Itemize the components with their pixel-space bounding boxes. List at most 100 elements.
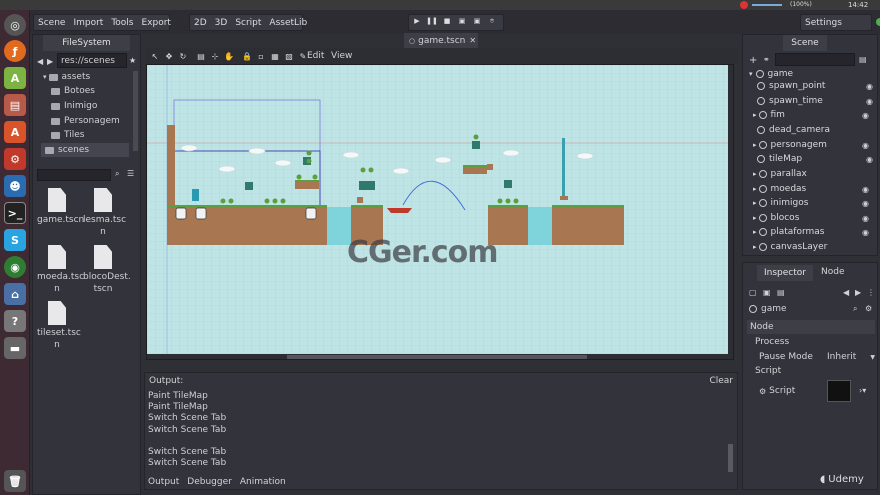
script-thumbnail[interactable]	[827, 380, 851, 402]
node-inimigos[interactable]: ▸ inimigos ◉	[753, 196, 869, 210]
node-fim[interactable]: ▸ fim ◉	[753, 108, 869, 122]
tree-item-personagem[interactable]: Personagem	[51, 114, 120, 128]
back-icon[interactable]: ◀	[37, 57, 43, 66]
tree-scrollbar[interactable]	[133, 71, 138, 151]
node-blocos[interactable]: ▸ blocos ◉	[753, 211, 869, 225]
list-view-icon[interactable]: ☰	[127, 169, 134, 178]
menu-export[interactable]: Export	[138, 18, 175, 28]
search-icon[interactable]: ⌕	[115, 169, 119, 179]
ungroup-icon[interactable]: ▧	[284, 51, 294, 61]
node-personagem[interactable]: ▸ personagem ◉	[753, 138, 869, 152]
script-menu-icon[interactable]: ›▾	[859, 386, 866, 395]
tree-item-inimigo[interactable]: Inimigo	[51, 99, 97, 113]
node-filter-input[interactable]	[775, 53, 855, 66]
android-icon[interactable]: A	[4, 67, 26, 89]
scene-dock-tab[interactable]: Scene	[783, 35, 827, 51]
list-select-icon[interactable]: ▤	[196, 51, 206, 61]
tree-item-botoes[interactable]: Botoes	[51, 84, 95, 98]
debug-options-icon[interactable]: ⌾	[485, 14, 499, 28]
menu-scene[interactable]: Scene	[34, 18, 69, 28]
view-menu[interactable]: View	[331, 51, 352, 61]
node-spawn-time[interactable]: spawn_time ◉	[757, 94, 873, 108]
favorite-icon[interactable]: ★	[129, 56, 136, 65]
chrome-icon[interactable]: ◉	[4, 256, 26, 278]
mode-3d[interactable]: 3D	[211, 18, 232, 28]
path-field[interactable]: res://scenes	[57, 53, 127, 68]
save-resource-icon[interactable]: ▤	[777, 288, 785, 297]
mode-2d[interactable]: 2D	[190, 18, 211, 28]
unlock-icon[interactable]: ▫	[256, 51, 266, 61]
play-custom-icon[interactable]: ▣	[470, 14, 484, 28]
node-moedas[interactable]: ▸ moedas ◉	[753, 182, 869, 196]
play-scene-icon[interactable]: ▣	[455, 14, 469, 28]
firefox-icon[interactable]: ƒ	[4, 40, 26, 62]
stop-icon[interactable]: ■	[440, 14, 454, 28]
menu-tools[interactable]: Tools	[107, 18, 137, 28]
tab-node[interactable]: Node	[821, 267, 845, 277]
node-parallax[interactable]: ▸ parallax	[753, 167, 869, 181]
tab-output[interactable]: Output	[148, 477, 179, 487]
drive-icon[interactable]: ▬	[4, 337, 26, 359]
pan-icon[interactable]: ✋	[224, 51, 234, 61]
object-settings-icon[interactable]: ⚙	[865, 304, 872, 313]
file-tileset[interactable]: tileset.tsc n	[37, 301, 81, 351]
eye-icon[interactable]: ◉	[866, 97, 873, 106]
eye-icon[interactable]: ◉	[866, 155, 873, 164]
link-icon[interactable]: ⚭	[763, 55, 770, 64]
output-scrollbar[interactable]	[728, 444, 733, 472]
software-center-icon[interactable]: A	[4, 121, 26, 143]
node-plataformas[interactable]: ▸ plataformas ◉	[753, 225, 869, 239]
scene-tab[interactable]: ○ game.tscn ✕	[404, 33, 478, 48]
edit-menu[interactable]: Edit	[307, 51, 324, 61]
menu-import[interactable]: Import	[69, 18, 107, 28]
play-icon[interactable]: ▶	[410, 14, 424, 28]
inspected-object[interactable]: game	[749, 302, 877, 316]
group-icon[interactable]: ▦	[270, 51, 280, 61]
node-spawn-point[interactable]: spawn_point ◉	[757, 79, 873, 93]
clear-button[interactable]: Clear	[709, 376, 733, 386]
history-icon[interactable]: ⋮	[867, 288, 875, 297]
mode-assetlib[interactable]: AssetLib	[265, 18, 311, 28]
eye-icon[interactable]: ◉	[862, 228, 869, 237]
pause-mode-select[interactable]: Inherit ▼	[827, 350, 875, 364]
trash-icon[interactable]: 🗑	[4, 470, 26, 492]
node-dead-camera[interactable]: dead_camera	[757, 123, 873, 137]
filesystem-tab[interactable]: FileSystem	[43, 35, 130, 51]
forward-icon[interactable]: ▶	[47, 57, 53, 66]
eye-icon[interactable]: ◉	[862, 141, 869, 150]
viewport[interactable]: CGer.com	[146, 64, 734, 360]
terminal-icon[interactable]: >_	[4, 202, 26, 224]
help-icon[interactable]: ?	[4, 310, 26, 332]
add-node-icon[interactable]: +	[749, 55, 757, 66]
load-resource-icon[interactable]: ▣	[763, 288, 771, 297]
history-back-icon[interactable]: ◀	[843, 288, 849, 297]
new-resource-icon[interactable]: ▢	[749, 288, 757, 297]
skype-icon[interactable]: S	[4, 229, 26, 251]
select-icon[interactable]: ↖	[150, 51, 160, 61]
eye-icon[interactable]: ◉	[862, 185, 869, 194]
lock-icon[interactable]: 🔒	[242, 51, 252, 61]
node-canvaslayer[interactable]: ▸ canvasLayer	[753, 240, 869, 254]
scene-options-icon[interactable]: ▤	[859, 55, 867, 64]
mode-script[interactable]: Script	[231, 18, 265, 28]
settings-button[interactable]: Settings	[801, 18, 846, 28]
node-tilemap[interactable]: tileMap ◉	[757, 152, 873, 166]
pause-icon[interactable]: ❚❚	[425, 14, 439, 28]
tab-animation[interactable]: Animation	[240, 477, 286, 487]
eye-icon[interactable]: ◉	[862, 214, 869, 223]
file-moeda[interactable]: moeda.tsc n	[37, 245, 84, 295]
ubuntu-icon[interactable]: ◎	[4, 14, 26, 36]
pivot-icon[interactable]: ⊹	[210, 51, 220, 61]
tree-item-tiles[interactable]: Tiles	[51, 128, 84, 142]
tree-item-scenes[interactable]: scenes	[41, 143, 129, 157]
network-icon[interactable]: ⌂	[4, 283, 26, 305]
tree-item-assets[interactable]: ▾ assets	[43, 70, 90, 84]
godot-icon[interactable]: ☻	[4, 175, 26, 197]
files-icon[interactable]: ▤	[4, 94, 26, 116]
eye-icon[interactable]: ◉	[866, 82, 873, 91]
rotate-icon[interactable]: ↻	[178, 51, 188, 61]
eye-icon[interactable]: ◉	[862, 199, 869, 208]
close-icon[interactable]: ✕	[469, 36, 476, 45]
file-blocodest[interactable]: blocoDest. tscn	[83, 245, 131, 295]
tab-inspector[interactable]: Inspector	[757, 265, 813, 281]
